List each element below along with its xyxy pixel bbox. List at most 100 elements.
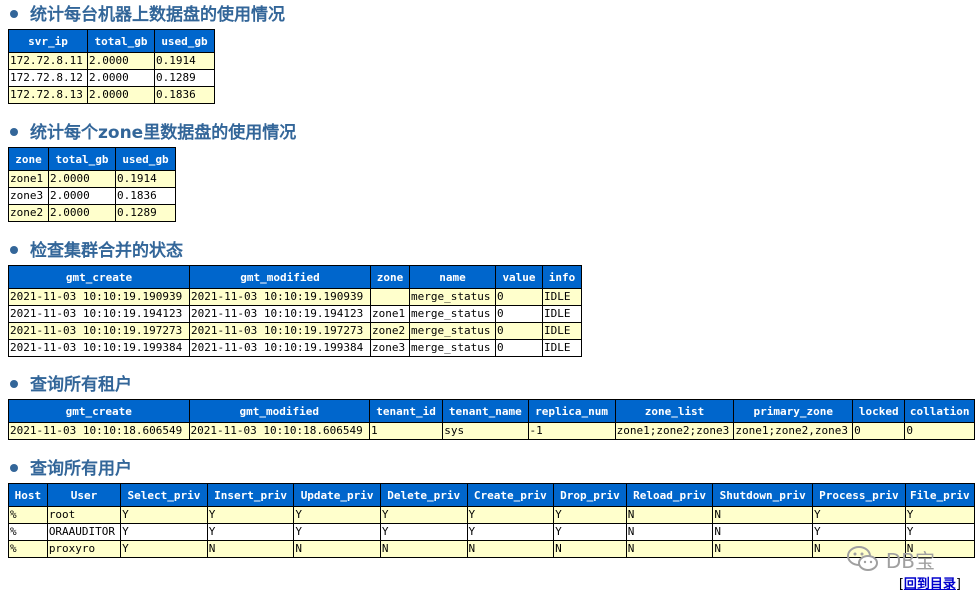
bullet-icon	[10, 380, 18, 388]
table-cell: Y	[206, 506, 295, 524]
table-cell: 0.1289	[115, 204, 176, 222]
bracket-close: ]	[955, 577, 961, 592]
column-header: locked	[852, 399, 906, 423]
section-tenants: 查询所有租户 gmt_create gmt_modified tenant_id ten…	[8, 374, 975, 440]
watermark: DB宝	[846, 544, 935, 574]
table-cell: 2021-11-03 10:10:19.197273	[8, 322, 190, 340]
table-row: 172.72.8.13 2.0000 0.1836	[8, 86, 215, 104]
column-header: Insert_priv	[206, 483, 295, 507]
column-header: gmt_create	[8, 399, 190, 423]
table-row: % proxyro Y N N N N N N N N N	[8, 540, 975, 558]
table-header-row: gmt_create gmt_modified zone name value info	[8, 265, 582, 289]
data-table: Host User Select_priv Insert_priv Update_pri…	[8, 483, 975, 558]
column-header: replica_num	[527, 399, 616, 423]
column-header: svr_ip	[8, 29, 88, 53]
table-cell: 2021-11-03 10:10:19.190939	[189, 288, 371, 306]
section-title: 统计每台机器上数据盘的使用情况	[30, 5, 285, 25]
table-cell: Y	[904, 523, 975, 541]
column-header: total_gb	[48, 147, 116, 171]
table-cell: N	[625, 523, 714, 541]
table-row: 2021-11-03 10:10:19.197273 2021-11-03 10:…	[8, 322, 582, 340]
column-header: tenant_name	[442, 399, 529, 423]
table-cell: Y	[553, 506, 627, 524]
table-cell: zone1	[8, 170, 49, 188]
back-to-toc: [回到目录]	[899, 573, 961, 592]
table-cell: ORAAUDITOR	[46, 523, 122, 541]
back-to-toc-link[interactable]: 回到目录	[904, 577, 956, 592]
column-header: collation	[904, 399, 975, 423]
table-cell: 2.0000	[48, 170, 116, 188]
table-cell: Y	[466, 506, 555, 524]
section-users: 查询所有用户 Host User Select_priv Insert_priv Upda…	[8, 458, 975, 558]
table-cell: 2021-11-03 10:10:19.199384	[189, 339, 371, 357]
column-header: Process_priv	[812, 483, 906, 507]
table-cell: IDLE	[542, 322, 582, 340]
table-cell: N	[625, 540, 714, 558]
table-row: 2021-11-03 10:10:18.606549 2021-11-03 10:…	[8, 422, 975, 440]
table-cell: 0	[495, 288, 543, 306]
table-cell: 0	[495, 322, 543, 340]
section-heading: 统计每个zone里数据盘的使用情况	[8, 122, 296, 144]
bullet-icon	[10, 128, 18, 136]
table-cell: 0	[904, 422, 975, 440]
table-cell: N	[712, 523, 814, 541]
table-cell: Y	[293, 506, 381, 524]
column-header: primary_zone	[733, 399, 854, 423]
section-heading: 查询所有租户	[8, 374, 975, 396]
section-disk-usage-by-server: 统计每台机器上数据盘的使用情况 svr_ip total_gb used_gb 172.…	[8, 4, 285, 104]
data-table: svr_ip total_gb used_gb 172.72.8.11 2.0000 0.…	[8, 29, 215, 104]
table-cell: N	[206, 540, 295, 558]
table-row: % ORAAUDITOR Y Y Y Y Y Y N N Y Y	[8, 523, 975, 541]
table-cell: Y	[904, 506, 975, 524]
table-cell: Y	[812, 523, 906, 541]
table-cell: N	[712, 540, 814, 558]
table-cell: %	[8, 523, 48, 541]
table-cell: Y	[379, 506, 468, 524]
bullet-icon	[10, 10, 18, 18]
table-cell: N	[712, 506, 814, 524]
column-header: used_gb	[154, 29, 215, 53]
column-header: zone	[8, 147, 49, 171]
table-cell: merge_status	[409, 288, 496, 306]
table-cell: zone3	[370, 339, 410, 357]
table-cell: 2.0000	[87, 86, 155, 104]
table-cell: 2021-11-03 10:10:18.606549	[8, 422, 190, 440]
section-title: 查询所有用户	[30, 459, 132, 479]
table-row: 172.72.8.12 2.0000 0.1289	[8, 69, 215, 87]
data-table: gmt_create gmt_modified zone name value info 2…	[8, 265, 582, 357]
column-header: name	[409, 265, 496, 289]
section-heading: 检查集群合并的状态	[8, 240, 582, 262]
table-row: zone2 2.0000 0.1289	[8, 204, 176, 222]
table-cell: 0.1914	[154, 52, 215, 70]
table-cell: zone1;zone2,zone3	[733, 422, 854, 440]
table-row: 2021-11-03 10:10:19.190939 2021-11-03 10:…	[8, 288, 582, 306]
table-cell: merge_status	[409, 339, 496, 357]
watermark-text: DB宝	[885, 548, 935, 573]
table-row: 172.72.8.11 2.0000 0.1914	[8, 52, 215, 70]
table-cell: 2021-11-03 10:10:19.194123	[189, 305, 371, 323]
table-cell: merge_status	[409, 305, 496, 323]
table-cell: N	[379, 540, 468, 558]
table-cell: Y	[293, 523, 381, 541]
table-cell: 0	[852, 422, 906, 440]
table-cell: N	[625, 506, 714, 524]
table-cell: %	[8, 540, 48, 558]
table-cell: 0	[495, 305, 543, 323]
table-cell: IDLE	[542, 288, 582, 306]
table-row: 2021-11-03 10:10:19.199384 2021-11-03 10:…	[8, 339, 582, 357]
table-header-row: gmt_create gmt_modified tenant_id tenant_na…	[8, 399, 975, 423]
column-header: total_gb	[87, 29, 155, 53]
column-header: zone_list	[614, 399, 735, 423]
table-cell: 2021-11-03 10:10:18.606549	[188, 422, 370, 440]
table-cell: -1	[527, 422, 616, 440]
table-cell: 2021-11-03 10:10:19.190939	[8, 288, 190, 306]
section-title: 检查集群合并的状态	[30, 241, 183, 261]
column-header: Update_priv	[293, 483, 381, 507]
table-cell: N	[466, 540, 555, 558]
section-disk-usage-by-zone: 统计每个zone里数据盘的使用情况 zone total_gb used_gb zone…	[8, 122, 296, 222]
column-header: Shutdown_priv	[712, 483, 814, 507]
table-cell: Y	[553, 523, 627, 541]
bullet-icon	[10, 464, 18, 472]
table-cell: Y	[812, 506, 906, 524]
column-header: User	[46, 483, 122, 507]
